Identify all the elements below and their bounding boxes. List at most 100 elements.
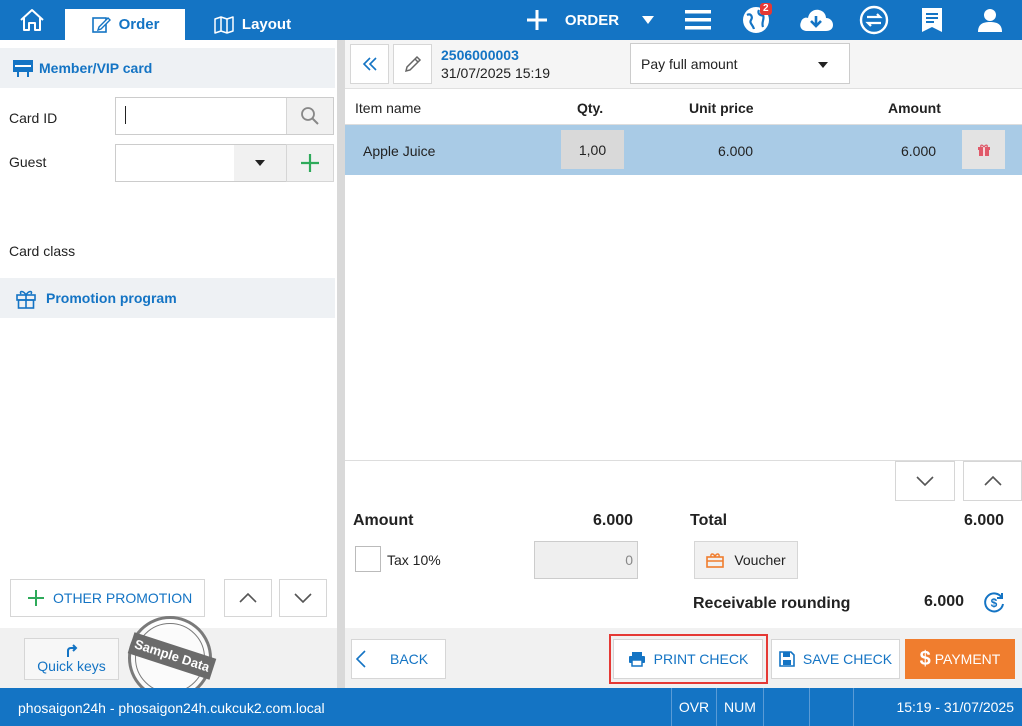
chevron-up-icon — [239, 593, 257, 603]
voucher-button[interactable]: Voucher — [694, 541, 798, 579]
hamburger-icon — [685, 10, 711, 30]
row-qty-value: 1,00 — [578, 141, 607, 158]
amount-value: 6.000 — [593, 512, 634, 529]
home-icon — [20, 9, 44, 31]
gift-icon — [977, 143, 990, 156]
card-id-input[interactable] — [120, 101, 282, 131]
panel-divider[interactable] — [337, 40, 345, 688]
sync-button[interactable] — [856, 0, 892, 40]
account-button[interactable] — [972, 0, 1008, 40]
new-order-button[interactable]: ORDER — [515, 0, 665, 40]
rows-scroll-up[interactable] — [963, 461, 1022, 501]
map-icon — [214, 15, 234, 34]
guest-dropdown-button[interactable] — [234, 145, 286, 181]
order-label: ORDER — [564, 11, 620, 29]
voucher-label: Voucher — [734, 552, 786, 568]
member-card-header: Member/VIP card — [0, 48, 335, 88]
voucher-icon — [706, 553, 725, 568]
guest-label: Guest — [9, 154, 47, 170]
column-amount: Amount — [888, 100, 941, 116]
tax-label: Tax 10% — [387, 552, 441, 568]
promotion-scroll-up[interactable] — [224, 579, 272, 617]
row-qty[interactable]: 1,00 — [561, 130, 624, 169]
tax-checkbox[interactable] — [355, 546, 381, 572]
arrow-icon — [66, 644, 77, 657]
tab-label: Order — [118, 16, 160, 33]
column-item-name: Item name — [355, 100, 422, 116]
text-cursor — [125, 106, 126, 124]
highlight-box — [609, 634, 768, 684]
caret-down-icon — [255, 160, 265, 166]
column-qty: Qty. — [577, 100, 604, 116]
payment-mode-value: Pay full amount — [641, 55, 738, 72]
add-guest-button[interactable] — [286, 144, 334, 182]
row-item-name: Apple Juice — [363, 143, 436, 159]
card-id-label: Card ID — [9, 110, 58, 126]
num-indicator: NUM — [716, 688, 763, 726]
caret-down-icon — [818, 62, 828, 68]
payment-button[interactable]: $ PAYMENT — [905, 639, 1015, 679]
chevron-down-icon — [916, 476, 934, 486]
row-amount: 6.000 — [901, 143, 937, 159]
row-gift-button[interactable] — [962, 130, 1005, 169]
chevron-up-icon — [983, 476, 1002, 486]
swap-icon — [859, 5, 889, 35]
payment-mode-select[interactable]: Pay full amount — [630, 43, 850, 84]
total-value: 6.000 — [964, 512, 1005, 529]
order-number[interactable]: 2506000003 — [441, 47, 519, 63]
column-unit-price: Unit price — [689, 100, 754, 116]
report-button[interactable] — [914, 0, 950, 40]
status-cell-empty — [763, 688, 809, 726]
plus-icon — [301, 154, 319, 172]
other-promotion-button[interactable]: OTHER PROMOTION — [10, 579, 205, 617]
plus-icon — [28, 590, 44, 606]
save-check-label: SAVE CHECK — [802, 651, 893, 667]
quick-keys-button[interactable]: Quick keys — [24, 638, 119, 680]
card-icon — [13, 60, 33, 77]
save-check-button[interactable]: SAVE CHECK — [771, 639, 900, 679]
status-cell-empty — [809, 688, 853, 726]
num-label: NUM — [724, 699, 756, 715]
document-icon — [922, 8, 942, 32]
double-chevron-left-icon — [362, 57, 377, 71]
dollar-icon: $ — [919, 647, 931, 670]
back-button[interactable]: BACK — [351, 639, 446, 679]
other-promotion-label: OTHER PROMOTION — [53, 590, 193, 606]
download-button[interactable] — [796, 0, 836, 40]
rounding-value: 6.000 — [924, 593, 965, 610]
dollar-refresh-icon: $ — [984, 592, 1004, 613]
notifications-button[interactable]: 2 — [736, 0, 776, 40]
status-datetime-label: 15:19 - 31/07/2025 — [896, 699, 1014, 715]
ovr-label: OVR — [678, 699, 710, 715]
tab-label: Layout — [241, 16, 292, 33]
quick-keys-label: Quick keys — [37, 658, 106, 674]
payment-label: PAYMENT — [934, 651, 1001, 667]
home-button[interactable] — [0, 0, 64, 40]
member-card-title: Member/VIP card — [39, 60, 153, 76]
total-label: Total — [690, 512, 728, 529]
gift-icon — [16, 290, 36, 309]
promotion-header: Promotion program — [0, 278, 335, 318]
collapse-button[interactable] — [350, 44, 389, 84]
menu-button[interactable] — [680, 0, 716, 40]
tab-layout[interactable]: Layout — [200, 9, 305, 40]
search-icon — [301, 107, 319, 125]
server-info: phosaigon24h - phosaigon24h.cukcuk2.com.… — [18, 700, 325, 716]
tax-amount-value: 0 — [625, 552, 633, 568]
card-search-button[interactable] — [286, 98, 333, 134]
rounding-label: Receivable rounding — [693, 595, 851, 612]
order-datetime: 31/07/2025 15:19 — [441, 65, 550, 81]
chevron-down-icon — [294, 593, 312, 603]
edit-order-button[interactable] — [393, 44, 432, 84]
plus-icon — [526, 10, 547, 30]
promotion-scroll-down[interactable] — [279, 579, 327, 617]
ovr-indicator: OVR — [671, 688, 716, 726]
row-unit-price: 6.000 — [718, 143, 754, 159]
rounding-button[interactable]: $ — [982, 590, 1006, 614]
promotion-title: Promotion program — [46, 290, 177, 306]
card-class-label: Card class — [9, 243, 76, 259]
tab-order[interactable]: Order — [65, 9, 185, 40]
save-icon — [779, 651, 795, 667]
chevron-left-icon — [356, 650, 366, 668]
rows-scroll-down[interactable] — [895, 461, 955, 501]
